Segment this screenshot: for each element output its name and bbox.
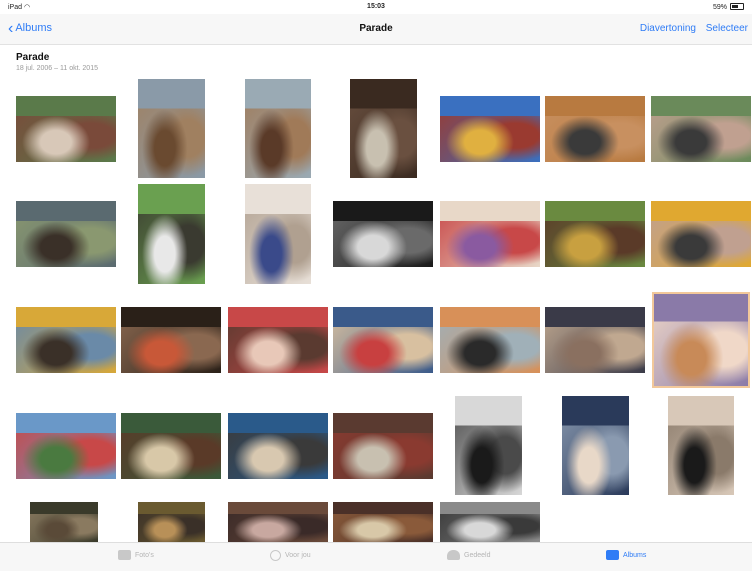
photo-4-6[interactable]: [562, 396, 629, 495]
photo-1-5[interactable]: [440, 96, 540, 162]
photo-2-5[interactable]: [440, 201, 540, 267]
photo-5-5[interactable]: [440, 502, 540, 542]
photo-4-5[interactable]: [455, 396, 522, 495]
tab-albums-label: Albums: [623, 551, 647, 559]
photo-5-3[interactable]: [228, 502, 328, 542]
photo-1-2[interactable]: [138, 79, 205, 178]
photo-2-6[interactable]: [545, 201, 645, 267]
photo-3-2[interactable]: [121, 307, 221, 373]
photo-4-2[interactable]: [121, 413, 221, 479]
tab-for-you[interactable]: Voor jou: [270, 550, 311, 561]
tab-shared-label: Gedeeld: [464, 551, 491, 559]
photo-2-3[interactable]: [245, 184, 311, 284]
photo-5-1[interactable]: [30, 502, 98, 542]
photo-2-2[interactable]: [138, 184, 205, 284]
photo-3-3[interactable]: [228, 307, 328, 373]
photo-2-7[interactable]: [651, 201, 751, 267]
photo-1-1[interactable]: [16, 96, 116, 162]
albums-icon: [606, 550, 619, 560]
photo-grid: [0, 0, 752, 570]
tab-albums[interactable]: Albums: [606, 550, 646, 560]
shared-cloud-icon: [447, 550, 460, 560]
photo-5-4[interactable]: [333, 502, 433, 542]
tab-for-you-label: Voor jou: [285, 552, 311, 559]
photo-3-7[interactable]: [652, 292, 750, 388]
photo-1-6[interactable]: [545, 96, 645, 162]
photo-3-5[interactable]: [440, 307, 540, 373]
photo-4-4[interactable]: [333, 413, 433, 479]
photo-5-2[interactable]: [138, 502, 205, 542]
tab-photos-label: Foto's: [135, 551, 154, 559]
tab-photos[interactable]: Foto's: [118, 550, 154, 560]
photo-2-4[interactable]: [333, 201, 433, 267]
photo-3-1[interactable]: [16, 307, 116, 373]
photo-3-6[interactable]: [545, 307, 645, 373]
tab-bar: Foto's Voor jou Gedeeld Albums: [0, 542, 752, 571]
photo-4-1[interactable]: [16, 413, 116, 479]
photo-1-4[interactable]: [350, 79, 417, 178]
photos-icon: [118, 550, 131, 560]
for-you-icon: [270, 550, 281, 561]
photo-1-7[interactable]: [651, 96, 751, 162]
photo-1-3[interactable]: [245, 79, 311, 178]
photo-4-7[interactable]: [668, 396, 734, 495]
tab-shared[interactable]: Gedeeld: [447, 550, 490, 560]
photo-4-3[interactable]: [228, 413, 328, 479]
photo-2-1[interactable]: [16, 201, 116, 267]
photo-3-4[interactable]: [333, 307, 433, 373]
